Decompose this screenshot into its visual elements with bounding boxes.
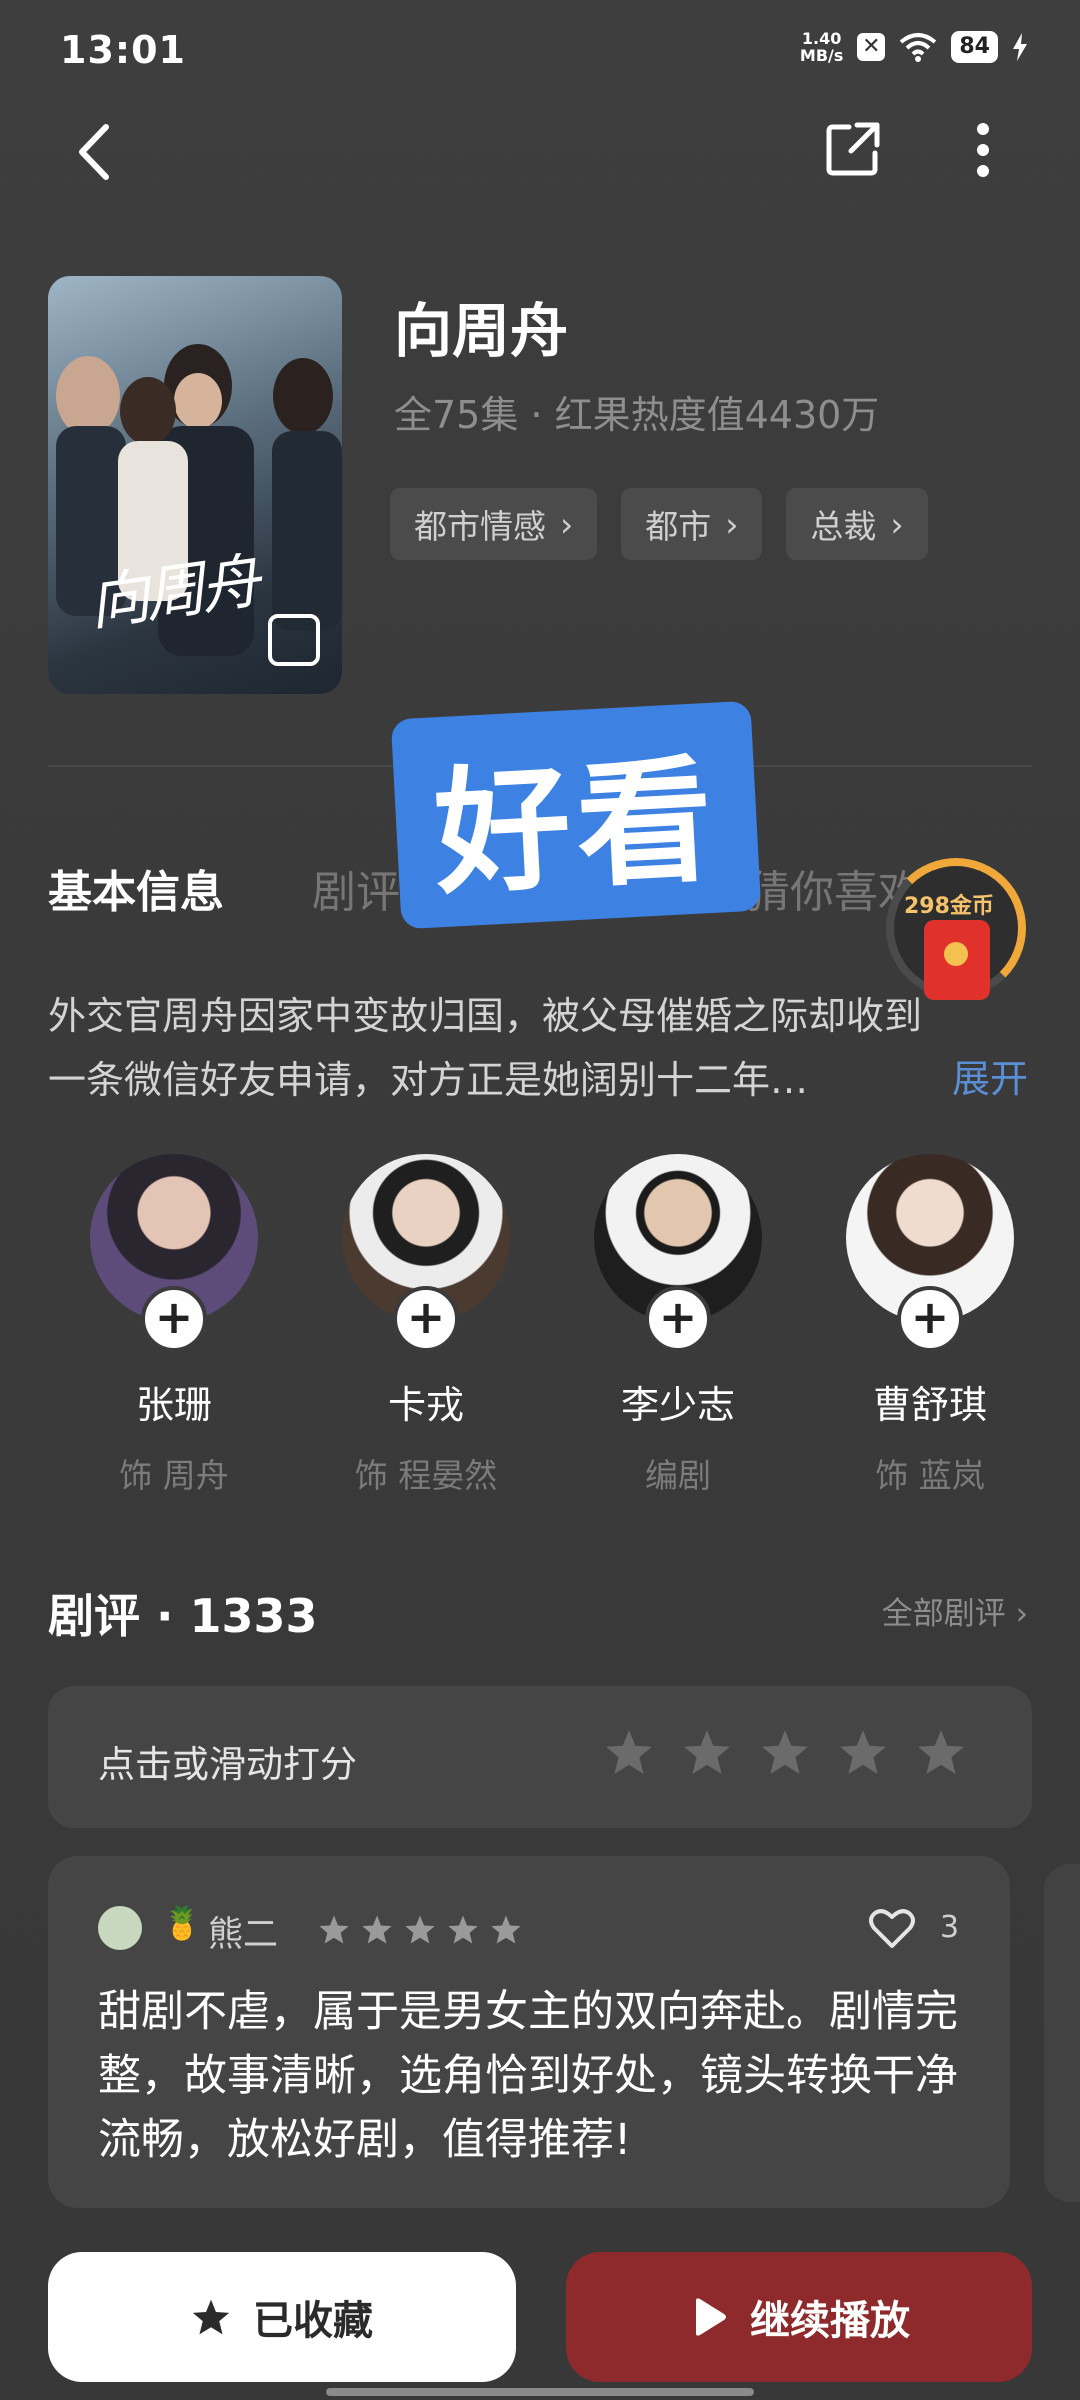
star-icon[interactable]	[604, 1728, 654, 1776]
tag-chip[interactable]: 总裁 ›	[786, 488, 928, 560]
home-indicator[interactable]	[326, 2388, 754, 2396]
network-speed: 1.40 MB/s	[799, 29, 844, 65]
tag-chip[interactable]: 都市 ›	[621, 488, 763, 560]
review-rating	[318, 1914, 522, 1945]
tag-chip[interactable]: 都市情感 ›	[390, 488, 598, 560]
avatar[interactable]: +	[90, 1154, 258, 1352]
cast-member[interactable]: + 李少志 编剧	[578, 1154, 778, 1497]
back-button[interactable]	[64, 112, 124, 192]
like-count: 3	[940, 1910, 960, 1945]
play-label: 继续播放	[750, 2298, 910, 2344]
cast-name: 卡戎	[387, 1383, 464, 1427]
drama-poster[interactable]: 向周舟	[48, 276, 342, 694]
tab-basic-info[interactable]: 基本信息	[48, 856, 224, 920]
reviewer-name[interactable]: 熊二	[208, 1906, 278, 1957]
like-button[interactable]	[868, 1906, 916, 1954]
star-icon[interactable]	[916, 1728, 966, 1776]
cast-member[interactable]: + 卡戎 饰 程晏然	[326, 1154, 526, 1497]
avatar[interactable]: +	[594, 1154, 762, 1352]
follow-plus-icon[interactable]: +	[141, 1286, 207, 1352]
expand-synopsis-link[interactable]: 展开	[952, 1048, 1028, 1103]
avatar[interactable]: +	[846, 1154, 1014, 1352]
tag-list: 都市情感 › 都市 › 总裁 ›	[390, 488, 928, 560]
collect-label: 已收藏	[253, 2298, 373, 2344]
rating-prompt: 点击或滑动打分	[98, 1743, 357, 1786]
gallery-icon[interactable]	[268, 614, 320, 666]
chevron-right-icon: ›	[560, 504, 574, 544]
charging-icon	[1013, 33, 1027, 61]
drama-title: 向周舟	[394, 297, 569, 365]
reviews-heading: 剧评 · 1333	[48, 1589, 318, 1643]
drama-meta: 全75集 · 红果热度值4430万	[394, 393, 880, 437]
cast-role: 饰 程晏然	[354, 1456, 498, 1495]
cast-name: 曹舒琪	[872, 1383, 987, 1427]
synopsis: 外交官周舟因家中变故归国，被父母催婚之际却收到 一条微信好友申请，对方正是她阔别…	[48, 994, 923, 1102]
status-icons: 1.40 MB/s ✕ 84	[800, 30, 1028, 64]
overlay-sticker: 好看	[390, 700, 762, 930]
continue-play-button[interactable]: 继续播放	[566, 2252, 1032, 2382]
chevron-right-icon: ›	[890, 504, 904, 544]
collect-button[interactable]: 已收藏	[48, 2252, 516, 2382]
star-icon	[319, 1915, 349, 1944]
star-icon	[448, 1915, 478, 1944]
cast-role: 饰 周舟	[119, 1456, 229, 1495]
cast-name: 张珊	[135, 1383, 212, 1427]
cast-member[interactable]: + 曹舒琪 饰 蓝岚	[830, 1154, 1030, 1497]
rating-stars[interactable]	[604, 1728, 966, 1776]
coin-reward-label: 298金币	[904, 894, 994, 919]
cast-member[interactable]: + 张珊 饰 周舟	[74, 1154, 274, 1497]
star-filled-icon	[192, 2299, 230, 2335]
share-icon	[826, 122, 880, 176]
star-icon	[491, 1915, 521, 1944]
chevron-right-icon: ›	[725, 504, 739, 544]
follow-plus-icon[interactable]: +	[645, 1286, 711, 1352]
star-icon	[405, 1915, 435, 1944]
review-text: 甜剧不虐，属于是男女主的双向奔赴。剧情完整，故事清晰，选角恰到好处，镜头转换干净…	[98, 1987, 958, 2165]
cast-role: 饰 蓝岚	[875, 1456, 985, 1495]
back-arrow-icon	[79, 124, 109, 180]
wifi-icon	[900, 33, 937, 62]
reviewer-avatar[interactable]	[98, 1906, 142, 1950]
heart-icon	[869, 1909, 915, 1948]
star-icon[interactable]	[838, 1728, 888, 1776]
status-time: 13:01	[60, 28, 186, 72]
star-icon	[362, 1915, 392, 1944]
all-reviews-link[interactable]: 全部剧评 ›	[882, 1588, 1028, 1633]
tab-reviews[interactable]: 剧评	[312, 856, 400, 920]
follow-plus-icon[interactable]: +	[897, 1286, 963, 1352]
cast-role: 编剧	[645, 1456, 711, 1495]
share-button[interactable]	[818, 114, 888, 184]
more-options-button[interactable]	[958, 112, 1008, 188]
next-review-card[interactable]	[1044, 1864, 1080, 2202]
notification-icon: ✕	[857, 33, 886, 61]
pineapple-badge-icon: 🍍	[162, 1904, 202, 1942]
battery-indicator: 84	[951, 31, 998, 63]
star-icon[interactable]	[682, 1728, 732, 1776]
cast-name: 李少志	[620, 1383, 735, 1427]
avatar[interactable]: +	[342, 1154, 510, 1352]
more-vertical-icon	[977, 123, 989, 177]
follow-plus-icon[interactable]: +	[393, 1286, 459, 1352]
star-icon[interactable]	[760, 1728, 810, 1776]
play-icon	[696, 2298, 726, 2336]
